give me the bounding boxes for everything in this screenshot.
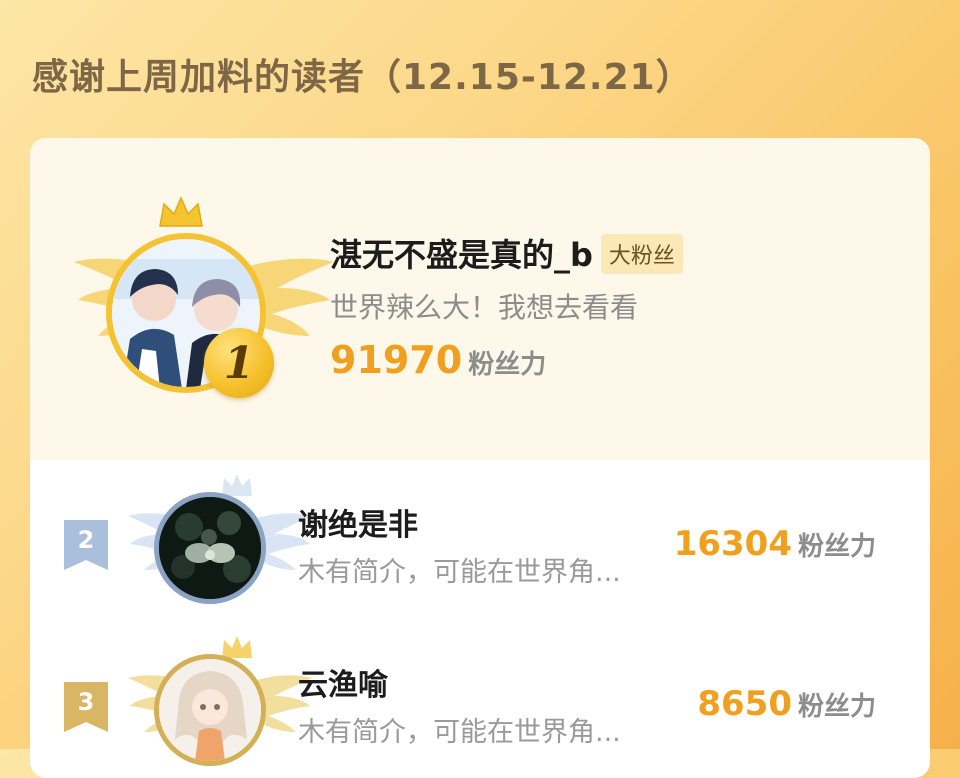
- score-value: 91970: [330, 338, 463, 382]
- score-unit: 粉丝力: [797, 692, 876, 722]
- fan-level-badge: 大粉丝: [600, 234, 683, 274]
- list-item[interactable]: 3 云渔喻 木有简介，可能在世界角... 8650 粉丝力: [30, 620, 930, 778]
- user-score: 16304 粉丝力: [674, 524, 876, 564]
- user-name[interactable]: 云渔喻: [298, 660, 388, 704]
- avatar[interactable]: [154, 654, 266, 766]
- leaderboard-card: 1 湛无不盛是真的_b大粉丝 世界辣么大！我想去看看 91970粉丝力 2: [30, 138, 930, 778]
- rank-medal-icon: 1: [204, 328, 274, 398]
- score-value: 16304: [673, 524, 792, 564]
- score-unit: 粉丝力: [797, 532, 876, 562]
- first-place-bio: 世界辣么大！我想去看看: [330, 291, 639, 324]
- user-bio: 木有简介，可能在世界角...: [298, 557, 621, 588]
- first-place-username[interactable]: 湛无不盛是真的_b: [330, 236, 593, 274]
- score-value: 8650: [697, 684, 792, 724]
- user-bio: 木有简介，可能在世界角...: [298, 717, 621, 748]
- page-title: 感谢上周加料的读者（12.15-12.21）: [32, 57, 693, 98]
- list-item[interactable]: 2 谢绝是非 木有简介，可能在世界角... 16304 粉丝力: [30, 460, 930, 620]
- first-place-entry[interactable]: 1 湛无不盛是真的_b 大粉丝 世界辣么大！我想去看看 91970 粉丝力: [30, 138, 930, 460]
- first-place-score: 91970 粉丝力: [330, 338, 546, 382]
- user-score: 8650 粉丝力: [697, 684, 876, 724]
- avatar[interactable]: [154, 492, 266, 604]
- crown-icon: [159, 196, 203, 227]
- first-place-name[interactable]: 湛无不盛是真的_b 大粉丝: [330, 230, 683, 277]
- score-unit: 粉丝力: [468, 350, 547, 380]
- user-name[interactable]: 谢绝是非: [298, 500, 418, 544]
